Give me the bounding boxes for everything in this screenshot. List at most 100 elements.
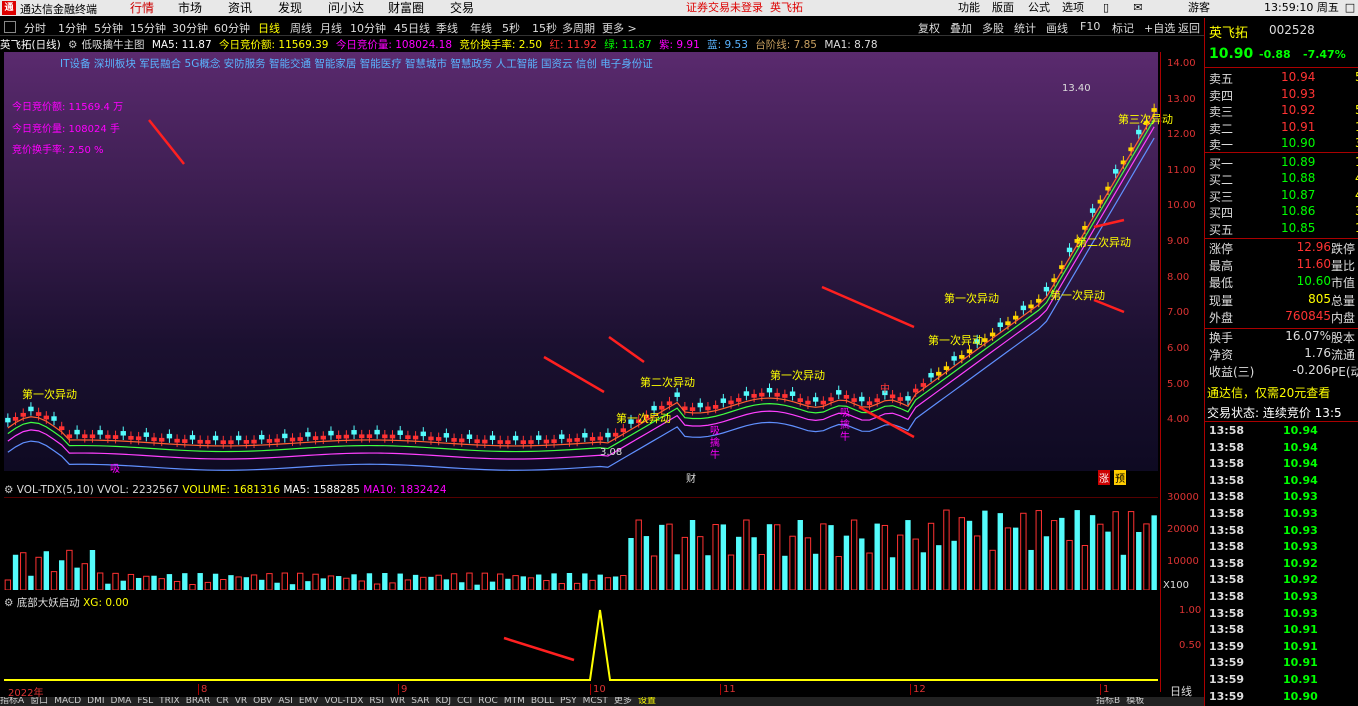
layout-toggle-icon[interactable] (4, 21, 16, 33)
period-4[interactable]: 30分钟 (172, 20, 208, 36)
period-6[interactable]: 日线 (258, 20, 280, 36)
menu-banmian[interactable]: 版面 (992, 0, 1014, 16)
indicator-tab-5[interactable]: FSL (137, 697, 153, 706)
indicator-tab-18[interactable]: CCI (457, 697, 472, 706)
period-16[interactable]: 更多 > (602, 20, 637, 36)
toolbar-button-5[interactable]: F10 (1080, 20, 1100, 33)
toolbar-button-7[interactable]: +自选 (1144, 20, 1175, 36)
bid-row[interactable]: 买五10.8511 (1209, 221, 1358, 237)
maximize-icon[interactable]: □ (1342, 0, 1358, 16)
indicator-tab-21[interactable]: BOLL (531, 697, 554, 706)
minimize-icon[interactable]: – (1326, 0, 1342, 16)
bid-row[interactable]: 买一10.891 (1209, 155, 1358, 171)
vol-tick: 20000 (1167, 524, 1199, 535)
indicator-tab-3[interactable]: DMI (87, 697, 104, 706)
ask-row[interactable]: 卖一10.903 (1209, 136, 1358, 152)
toolbar-button-6[interactable]: 标记 (1112, 20, 1134, 36)
indicator-tab-10[interactable]: OBV (253, 697, 272, 706)
toolbar-button-1[interactable]: 叠加 (950, 20, 972, 36)
indicator-tab-6[interactable]: TRIX (159, 697, 180, 706)
kline-svg[interactable] (4, 52, 1158, 471)
period-7[interactable]: 周线 (290, 20, 312, 36)
period-0[interactable]: 分时 (24, 20, 46, 36)
menu-gongshi[interactable]: 公式 (1028, 0, 1050, 16)
main-kline-chart[interactable] (4, 52, 1158, 471)
indicator-tab-12[interactable]: EMV (299, 697, 319, 706)
indicator-tab-13[interactable]: VOL-TDX (324, 697, 363, 706)
volume-chart[interactable] (4, 497, 1158, 590)
period-1[interactable]: 1分钟 (58, 20, 87, 36)
formula-name[interactable]: 低吸擒牛主图 (81, 39, 144, 51)
indicator-tab-23[interactable]: MCST (583, 697, 608, 706)
ask-row[interactable]: 卖三10.925 (1209, 103, 1358, 119)
candle-body (766, 387, 773, 393)
ask-row[interactable]: 卖五10.945 (1209, 70, 1358, 86)
concept-blocks[interactable]: IT设备 深圳板块 军民融合 5G概念 安防服务 智能交通 智能家居 智能医疗 … (60, 56, 653, 71)
period-13[interactable]: 5秒 (502, 20, 520, 36)
gear-icon[interactable]: ⚙ (4, 484, 13, 496)
vol-name[interactable]: VOL-TDX(5,10) (17, 484, 94, 496)
period-10[interactable]: 45日线 (394, 20, 430, 36)
ask-row[interactable]: 卖二10.911 (1209, 120, 1358, 136)
period-2[interactable]: 5分钟 (94, 20, 123, 36)
menu-wenxiaoda[interactable]: 问小达 (328, 0, 364, 16)
period-3[interactable]: 15分钟 (130, 20, 166, 36)
indicator-tab-9[interactable]: VR (235, 697, 247, 706)
mail-icon[interactable]: ✉ (1130, 0, 1146, 16)
indicator-tab-14[interactable]: RSI (369, 697, 384, 706)
menu-xuanxiang[interactable]: 选项 (1062, 0, 1084, 16)
menu-jiaoyi[interactable]: 交易 (450, 0, 474, 16)
indicator-tab-15[interactable]: WR (390, 697, 405, 706)
volume-bar (335, 576, 342, 590)
menu-caifuquan[interactable]: 财富圈 (388, 0, 424, 16)
indicator-tab-11[interactable]: ASI (278, 697, 293, 706)
toolbar-button-0[interactable]: 复权 (918, 20, 940, 36)
menu-hangqing[interactable]: 行情 (130, 0, 154, 16)
period-11[interactable]: 季线 (436, 20, 458, 36)
indicator-tab-4[interactable]: DMA (111, 697, 132, 706)
ad-banner[interactable]: 通达信，仅需20元查看 (1207, 384, 1330, 401)
period-9[interactable]: 10分钟 (350, 20, 386, 36)
menu-faxian[interactable]: 发现 (278, 0, 302, 16)
indicator-tab-2[interactable]: MACD (54, 697, 81, 706)
period-14[interactable]: 15秒 (532, 20, 557, 36)
candle-body (282, 433, 288, 439)
indicator-tab-0[interactable]: 指标A (0, 697, 24, 706)
indicator-tab-25[interactable]: 设置 (638, 697, 656, 706)
indicator-tab-19[interactable]: ROC (478, 697, 498, 706)
indicator-tab-24[interactable]: 更多 (614, 697, 632, 706)
trade-status: 交易状态: 连续竞价 13:5 (1207, 406, 1342, 420)
calendar-icon[interactable]: ▯ (1098, 0, 1114, 16)
indicator-tab-1[interactable]: 窗口 (30, 697, 48, 706)
indicator-tab-16[interactable]: SAR (411, 697, 429, 706)
bid-row[interactable]: 买二10.884 (1209, 171, 1358, 187)
toolbar-button-4[interactable]: 画线 (1046, 20, 1068, 36)
indicator-b-tab[interactable]: 指标B (1096, 697, 1120, 706)
bid-row[interactable]: 买三10.874 (1209, 188, 1358, 204)
menu-zixun[interactable]: 资讯 (228, 0, 252, 16)
indicator-b-tabs[interactable]: 指标B 模板 (1096, 697, 1150, 706)
user-label[interactable]: 游客 (1188, 0, 1210, 16)
menu-shichang[interactable]: 市场 (178, 0, 202, 16)
period-12[interactable]: 年线 (470, 20, 492, 36)
period-15[interactable]: 多周期 (562, 20, 595, 36)
xg-chart[interactable] (4, 608, 1158, 684)
indicator-tab-20[interactable]: MTM (504, 697, 525, 706)
indicator-tab-8[interactable]: CR (216, 697, 229, 706)
toolbar-button-8[interactable]: 返回 (1178, 20, 1200, 36)
period-8[interactable]: 月线 (320, 20, 342, 36)
tick-price: 10.90 (1283, 689, 1318, 703)
period-5[interactable]: 60分钟 (214, 20, 250, 36)
bid-row[interactable]: 买四10.863 (1209, 204, 1358, 220)
indicator-b-tab[interactable]: 模板 (1126, 697, 1144, 706)
gear-icon[interactable]: ⚙ (68, 39, 77, 51)
menu-gongneng[interactable]: 功能 (958, 0, 980, 16)
annotation-arrow (543, 355, 605, 394)
ask-row[interactable]: 卖四 10.93 (1209, 87, 1358, 103)
indicator-tab-17[interactable]: KDJ (435, 697, 451, 706)
indicator-tab-22[interactable]: PSY (560, 697, 577, 706)
login-notice[interactable]: 证券交易未登录 英飞拓 (686, 0, 803, 16)
toolbar-button-2[interactable]: 多股 (982, 20, 1004, 36)
toolbar-button-3[interactable]: 统计 (1014, 20, 1036, 36)
indicator-tab-7[interactable]: BRAR (186, 697, 210, 706)
